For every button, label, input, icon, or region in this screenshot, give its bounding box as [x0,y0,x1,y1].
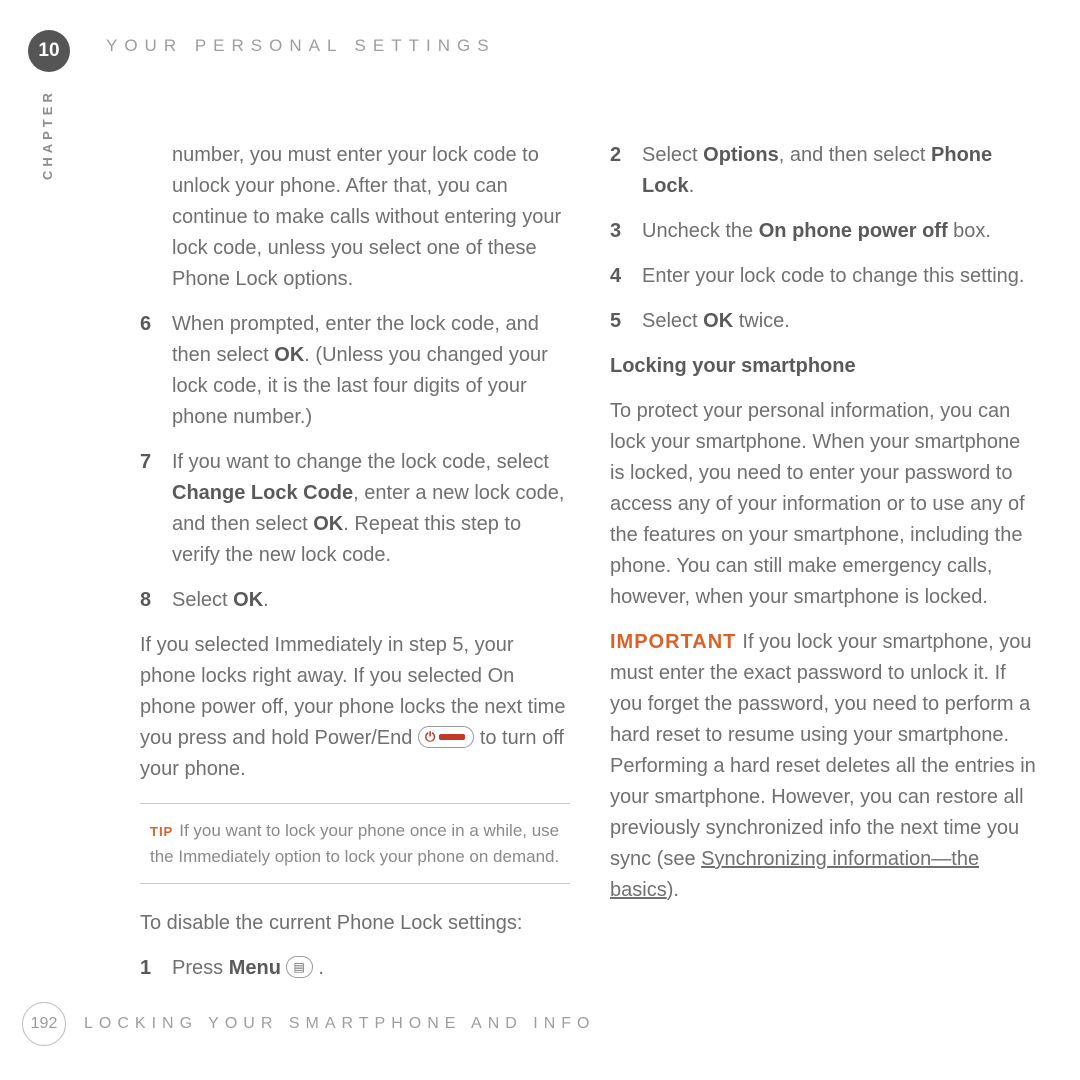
text: . [689,175,695,197]
chapter-side-label: CHAPTER [40,89,55,180]
important-label: IMPORTANT [610,631,736,653]
bold: Options [703,144,779,166]
tip-text: If you want to lock your phone once in a… [150,821,559,866]
bold: OK [233,589,263,611]
step-number: 1 [140,953,158,984]
left-column: number, you must enter your lock code to… [140,140,570,998]
bold: OK [313,513,343,535]
bold: Menu [229,957,281,979]
text: . [263,589,269,611]
after-steps-paragraph: If you selected Immediately in step 5, y… [140,630,570,785]
step-number: 7 [140,447,158,571]
step-text: Select OK. [172,585,570,616]
text: Press [172,957,229,979]
text: twice. [733,310,790,332]
disable-intro: To disable the current Phone Lock settin… [140,908,570,939]
text: box. [948,220,991,242]
power-end-icon: ⏻ [418,726,474,748]
subsection-heading: Locking your smartphone [610,351,1040,382]
bold: On phone power off [759,220,948,242]
page: 10 YOUR PERSONAL SETTINGS CHAPTER number… [0,0,1080,1080]
step-text: If you want to change the lock code, sel… [172,447,570,571]
step-4: 4 Enter your lock code to change this se… [610,261,1040,292]
step-5: 5 Select OK twice. [610,306,1040,337]
step-3: 3 Uncheck the On phone power off box. [610,216,1040,247]
text: . [313,957,324,979]
step-1: 1 Press Menu ▤ . [140,953,570,984]
text: Uncheck the [642,220,759,242]
step-6: 6 When prompted, enter the lock code, an… [140,309,570,433]
step-text: Select Options, and then select Phone Lo… [642,140,1040,202]
intro-paragraph: number, you must enter your lock code to… [140,140,570,295]
step-7: 7 If you want to change the lock code, s… [140,447,570,571]
text: Select [172,589,233,611]
left-ordered-list: 6 When prompted, enter the lock code, an… [140,309,570,616]
tip-label: TIP [150,824,173,839]
step-number: 4 [610,261,628,292]
content-columns: number, you must enter your lock code to… [140,140,1040,998]
text: , and then select [779,144,931,166]
text: If you want to change the lock code, sel… [172,451,549,473]
running-header: YOUR PERSONAL SETTINGS [106,36,496,56]
bold: Change Lock Code [172,482,353,504]
footer-title: LOCKING YOUR SMARTPHONE AND INFO [84,1015,595,1033]
step-text: When prompted, enter the lock code, and … [172,309,570,433]
step-2: 2 Select Options, and then select Phone … [610,140,1040,202]
step-number: 3 [610,216,628,247]
left-ordered-list-2: 1 Press Menu ▤ . [140,953,570,984]
step-8: 8 Select OK. [140,585,570,616]
text: ). [667,879,679,901]
text: Select [642,144,703,166]
tip-box: TIPIf you want to lock your phone once i… [140,803,570,884]
page-footer: 192 LOCKING YOUR SMARTPHONE AND INFO [22,1002,595,1046]
step-number: 2 [610,140,628,202]
step-text: Press Menu ▤ . [172,953,570,984]
step-number: 5 [610,306,628,337]
text: Select [642,310,703,332]
chapter-number-badge: 10 [28,30,70,72]
page-number: 192 [22,1002,66,1046]
right-column: 2 Select Options, and then select Phone … [610,140,1040,998]
text: If you lock your smartphone, you must en… [610,631,1036,870]
important-paragraph: IMPORTANTIf you lock your smartphone, yo… [610,627,1040,906]
step-number: 6 [140,309,158,433]
step-number: 8 [140,585,158,616]
step-text: Uncheck the On phone power off box. [642,216,1040,247]
right-ordered-list: 2 Select Options, and then select Phone … [610,140,1040,337]
bold: OK [274,344,304,366]
bold: OK [703,310,733,332]
step-text: Select OK twice. [642,306,1040,337]
locking-paragraph: To protect your personal information, yo… [610,396,1040,613]
step-text: Enter your lock code to change this sett… [642,261,1040,292]
menu-key-icon: ▤ [286,956,312,978]
